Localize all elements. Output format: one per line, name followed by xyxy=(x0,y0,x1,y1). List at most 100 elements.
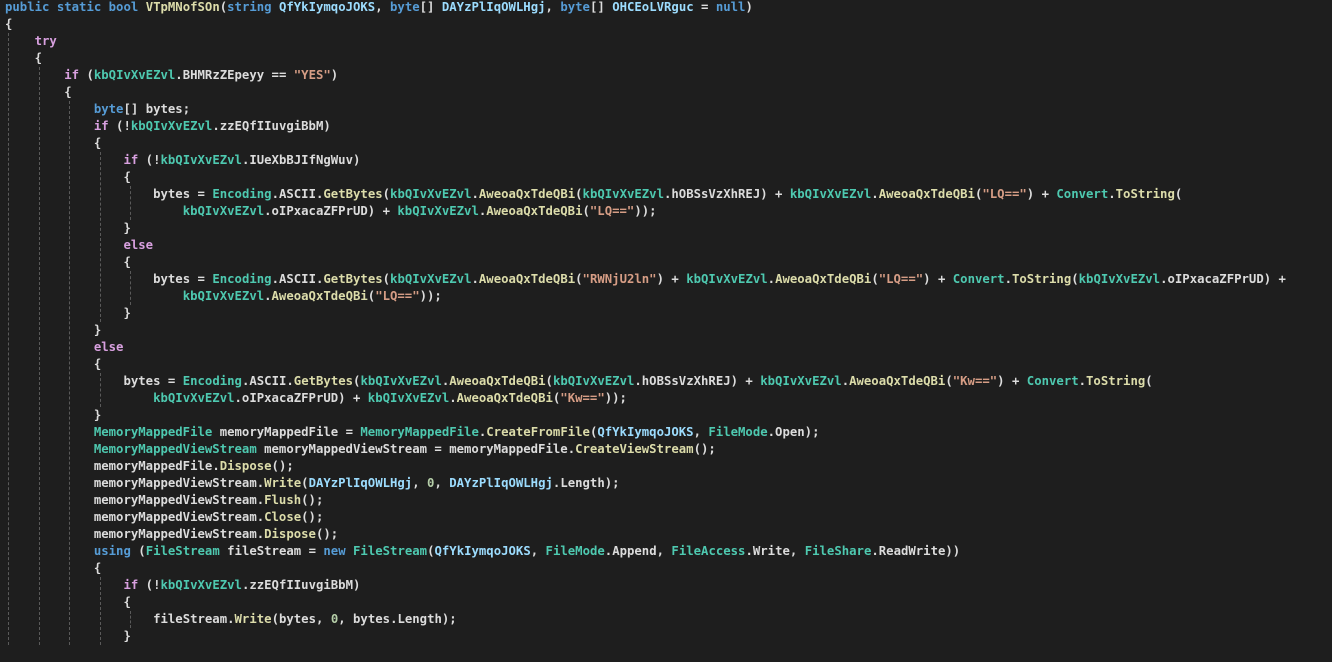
code-line: } xyxy=(5,322,101,339)
punctuation: . xyxy=(264,204,272,218)
punctuation: ( xyxy=(382,187,391,201)
punctuation: . xyxy=(1004,272,1012,286)
method-name: AweoaQxTdeQBi xyxy=(775,272,872,286)
identifier: bytes xyxy=(123,374,161,388)
indent-guide xyxy=(8,33,9,645)
identifier: Write xyxy=(752,544,790,558)
method-name: Write xyxy=(234,612,272,626)
identifier: memoryMappedFile xyxy=(93,459,213,473)
code-line: } xyxy=(5,407,101,424)
identifier: bytes xyxy=(153,272,191,286)
punctuation xyxy=(5,238,123,252)
punctuation: = xyxy=(693,0,716,14)
code-line: if (kbQIvXvEZvl.BHMRzZEpeyy == "YES") xyxy=(5,67,338,84)
punctuation: , xyxy=(693,425,709,439)
keyword: public xyxy=(5,0,50,14)
punctuation: . xyxy=(871,187,879,201)
method-name: CreateViewStream xyxy=(575,442,694,456)
code-line: if (!kbQIvXvEZvl.zzEQfIIuvgiBbM) xyxy=(5,577,360,594)
identifier: Append xyxy=(612,544,657,558)
code-line: memoryMappedViewStream.Dispose(); xyxy=(5,526,338,543)
punctuation: . xyxy=(871,544,879,558)
type-name: kbQIvXvEZvl xyxy=(397,204,479,218)
string-literal: "LQ==" xyxy=(982,187,1027,201)
code-line: MemoryMappedViewStream memoryMappedViewS… xyxy=(5,441,716,458)
punctuation: } xyxy=(5,408,102,422)
punctuation: == xyxy=(264,68,294,82)
code-line: { xyxy=(5,135,101,152)
type-name: kbQIvXvEZvl xyxy=(390,187,472,201)
code-line: kbQIvXvEZvl.AweoaQxTdeQBi("LQ==")); xyxy=(5,288,442,305)
keyword: using xyxy=(93,544,131,558)
type-name: kbQIvXvEZvl xyxy=(582,187,664,201)
code-line: { xyxy=(5,169,130,186)
type-name: kbQIvXvEZvl xyxy=(686,272,768,286)
punctuation: . xyxy=(745,544,753,558)
code-line: memoryMappedViewStream.Write(DAYzPlIqOWL… xyxy=(5,475,620,492)
keyword: bool xyxy=(108,0,139,14)
code-editor[interactable]: public static bool VTpMNofSOn (string QfY… xyxy=(0,0,1332,647)
punctuation: . xyxy=(767,425,776,439)
punctuation: } xyxy=(5,306,131,320)
type-name: kbQIvXvEZvl xyxy=(160,578,242,592)
punctuation: . xyxy=(471,187,479,201)
type-name: Convert xyxy=(952,272,1005,286)
punctuation: ( xyxy=(1145,374,1153,388)
code-line: if (!kbQIvXvEZvl.zzEQfIIuvgiBbM) xyxy=(5,118,331,135)
type-name: kbQIvXvEZvl xyxy=(182,204,265,218)
identifier: oIPxacaZFPrUD xyxy=(241,391,339,405)
code-line: byte[] bytes; xyxy=(5,101,190,118)
punctuation: { xyxy=(5,17,13,31)
punctuation: = xyxy=(301,544,324,558)
punctuation: , xyxy=(434,476,450,490)
type-name: Convert xyxy=(1026,374,1079,388)
identifier: memoryMappedViewStream xyxy=(93,527,257,541)
punctuation: [] xyxy=(123,102,146,116)
identifier: BHMRzZEpeyy xyxy=(182,68,265,82)
punctuation: ( xyxy=(1071,272,1079,286)
code-line: } xyxy=(5,220,130,237)
type-name: kbQIvXvEZvl xyxy=(1078,272,1161,286)
punctuation xyxy=(5,68,64,82)
code-line: using (FileStream fileStream = new FileS… xyxy=(5,543,960,560)
identifier: ReadWrite xyxy=(878,544,946,558)
type-name: MemoryMappedFile xyxy=(93,425,213,439)
punctuation: ( xyxy=(130,544,146,558)
keyword: byte xyxy=(390,0,420,14)
type-name: kbQIvXvEZvl xyxy=(360,374,442,388)
punctuation: . xyxy=(175,68,183,82)
punctuation: ) xyxy=(353,578,361,592)
keyword: null xyxy=(715,0,746,14)
method-name: GetBytes xyxy=(293,374,354,388)
punctuation: . xyxy=(256,510,265,524)
parameter: DAYzPlIqOWLHgj xyxy=(441,0,546,14)
punctuation: , xyxy=(412,476,428,490)
punctuation: . xyxy=(227,612,235,626)
identifier: zzEQfIIuvgiBbM xyxy=(219,119,324,133)
punctuation: . xyxy=(212,119,220,133)
punctuation: ( xyxy=(1174,187,1183,201)
punctuation: . xyxy=(634,374,642,388)
punctuation: (! xyxy=(108,119,131,133)
punctuation: , xyxy=(656,544,672,558)
identifier: IUeXbBJIfNgWuv xyxy=(249,153,353,167)
punctuation: . xyxy=(271,187,279,201)
punctuation: { xyxy=(5,51,43,65)
punctuation xyxy=(5,204,183,218)
punctuation: } xyxy=(5,629,131,643)
punctuation: { xyxy=(5,357,102,371)
identifier: bytes xyxy=(153,187,191,201)
punctuation: = xyxy=(427,442,450,456)
control-keyword: if xyxy=(123,153,139,167)
code-line: else xyxy=(5,237,153,254)
method-name: AweoaQxTdeQBi xyxy=(478,187,576,201)
punctuation: (); xyxy=(693,442,716,456)
code-line: bytes = Encoding.ASCII.GetBytes(kbQIvXvE… xyxy=(5,373,1153,390)
punctuation: ( xyxy=(545,374,553,388)
code-line: { xyxy=(5,50,42,67)
code-line: { xyxy=(5,594,130,611)
punctuation: . xyxy=(449,391,457,405)
type-name: kbQIvXvEZvl xyxy=(552,374,635,388)
string-literal: "LQ==" xyxy=(878,272,924,286)
identifier: Length xyxy=(560,476,605,490)
